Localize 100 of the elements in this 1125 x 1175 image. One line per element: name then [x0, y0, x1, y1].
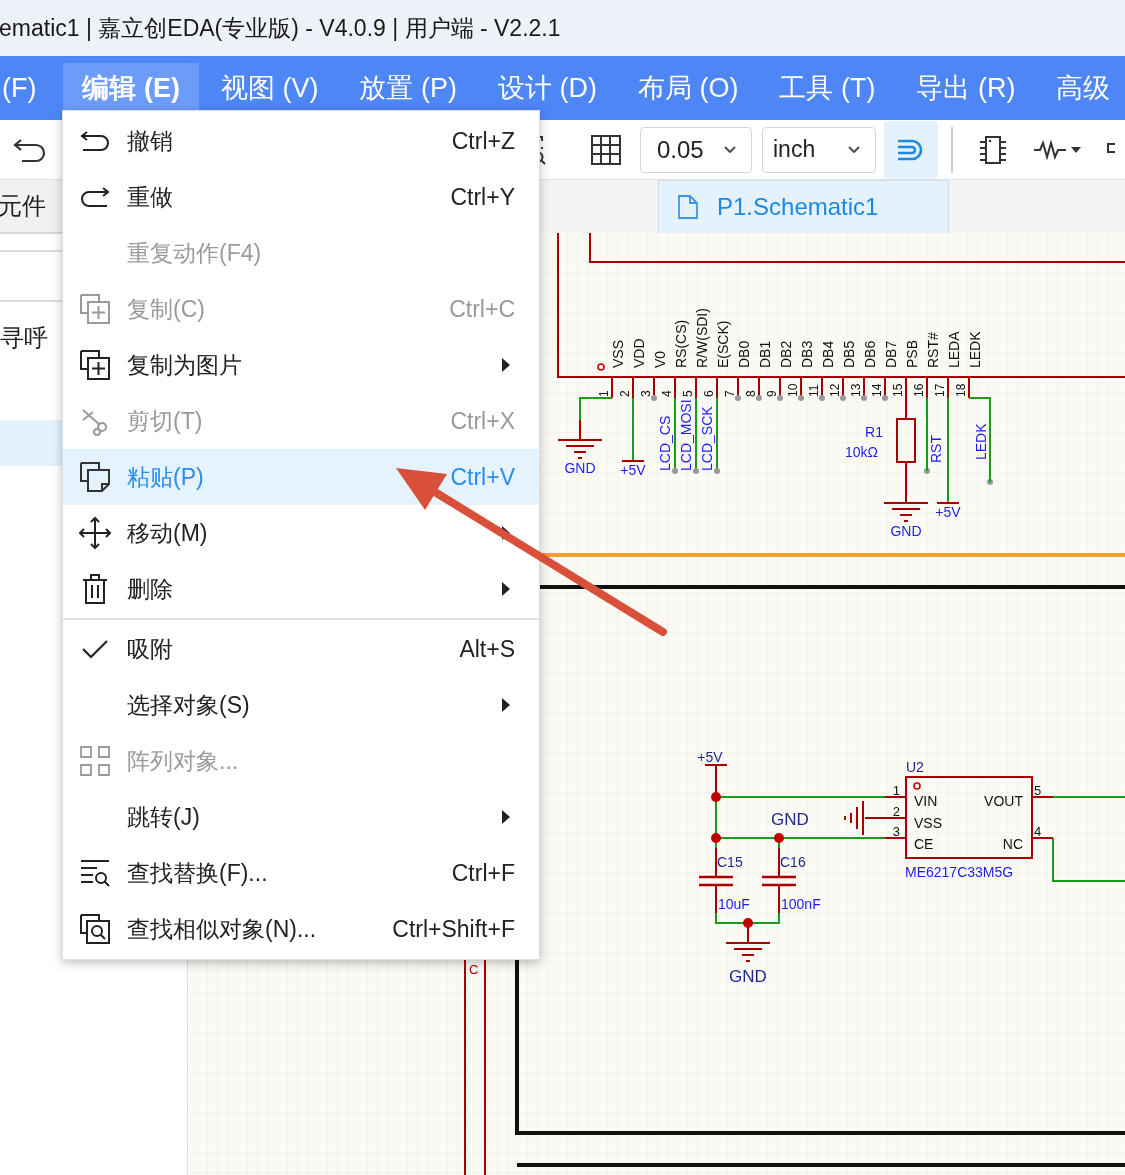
array-grid-icon: [79, 745, 111, 777]
ground-symbol: [883, 502, 929, 522]
pin-name: RS(CS): [673, 319, 689, 368]
pin-name: V0: [652, 350, 668, 368]
menu-item[interactable]: 复制为图片: [63, 337, 539, 393]
pin-name: DB0: [736, 340, 752, 368]
net-end-dot: [672, 468, 678, 474]
snap-toggle-button[interactable]: [884, 120, 938, 179]
menu-item[interactable]: 吸附 Alt+S: [63, 621, 539, 677]
menu-item[interactable]: 查找相似对象(N)... Ctrl+Shift+F: [63, 901, 539, 957]
net-end-dot: [924, 468, 930, 474]
pin-number: 7: [723, 390, 737, 397]
menu-bar-item[interactable]: 工具 (T): [760, 63, 895, 113]
pin-number: 8: [744, 390, 758, 397]
net-label: GND: [564, 460, 596, 476]
menu-item[interactable]: 粘贴(P) Ctrl+V: [63, 449, 539, 505]
pin-number: 4: [1034, 824, 1042, 839]
pin-name: LEDK: [967, 331, 983, 368]
unconnected-pin-dot: [651, 395, 657, 401]
menu-bar-item[interactable]: 导出 (R): [897, 63, 1035, 113]
ground-symbol: [725, 942, 771, 962]
grid-icon[interactable]: [590, 133, 622, 166]
pin-name: R/W(SDI): [694, 308, 710, 368]
copy-icon: [79, 293, 111, 325]
pin-name: CE: [914, 836, 934, 852]
menu-item[interactable]: 重做 Ctrl+Y: [63, 169, 539, 225]
document-icon: [677, 194, 699, 220]
menu-bar-item[interactable]: 编辑 (E): [63, 63, 199, 113]
unit-select[interactable]: inch: [762, 126, 876, 173]
pin-name: VDD: [631, 338, 647, 368]
menu-bar-item[interactable]: 视图 (V): [202, 63, 338, 113]
document-tab[interactable]: P1.Schematic1: [658, 180, 950, 233]
net-label: GND: [771, 810, 809, 829]
net-label: LCD_CS: [657, 415, 673, 471]
pin-number: 13: [849, 383, 863, 397]
menu-item[interactable]: 查找替换(F)... Ctrl+F: [63, 845, 539, 901]
pin-number: 16: [912, 383, 926, 397]
menu-bar-item[interactable]: 布局 (O): [618, 63, 758, 113]
net-end-dot: [987, 479, 993, 485]
pin-name: LEDA: [946, 331, 962, 368]
menu-bar-item[interactable]: (F): [0, 63, 61, 113]
redo-icon: [79, 186, 111, 208]
unconnected-pin-dot: [798, 395, 804, 401]
unconnected-pin-dot: [840, 395, 846, 401]
pin-number: 3: [639, 390, 653, 397]
menu-bar-item[interactable]: 高级: [1037, 63, 1125, 113]
menu-bar-item[interactable]: 放置 (P): [340, 63, 476, 113]
net-label: +5V: [620, 462, 646, 478]
find-replace-icon: [79, 858, 111, 888]
menu-item[interactable]: 选择对象(S): [63, 677, 539, 733]
unconnected-pin-dot: [756, 395, 762, 401]
pin-name: DB2: [778, 340, 794, 368]
net-end-dot: [693, 468, 699, 474]
pin-number: 3: [892, 824, 900, 839]
net-label: LCD_SCK: [699, 406, 715, 471]
move-icon: [78, 516, 112, 550]
ground-symbol: [557, 419, 603, 459]
copy-icon: [79, 349, 111, 381]
menu-bar-item[interactable]: 设计 (D): [479, 63, 616, 113]
net-label: 10kΩ: [844, 444, 878, 460]
net-label: GND: [890, 523, 922, 539]
part-label: U2: [906, 759, 924, 775]
undo-icon[interactable]: [12, 136, 46, 163]
grid-size-select[interactable]: 0.05: [640, 126, 752, 173]
unconnected-pin-dot: [777, 395, 783, 401]
window-title: ematic1 | 嘉立创EDA(专业版) - V4.0.9 | 用户端 - V2.2.1: [0, 13, 561, 43]
unconnected-pin-dot: [882, 395, 888, 401]
find-similar-icon: [79, 913, 111, 945]
junction-dot: [711, 833, 721, 843]
chip-icon[interactable]: [977, 133, 1009, 166]
pin-name: DB5: [841, 340, 857, 368]
scissors-icon: [80, 406, 110, 436]
chevron-down-icon: [723, 144, 737, 155]
pin-number: 1: [597, 390, 611, 397]
pin-number: 4: [660, 390, 674, 397]
pin-name: RST#: [925, 332, 941, 368]
net-label: RST: [928, 435, 944, 463]
unconnected-pin-dot: [735, 395, 741, 401]
net-label: GND: [729, 967, 767, 986]
net-label: 100nF: [781, 896, 821, 912]
pin-name: DB7: [883, 340, 899, 368]
pin-number: 5: [681, 390, 695, 397]
resistor-dropdown-icon[interactable]: [1033, 139, 1083, 160]
pin-number: 2: [618, 390, 632, 397]
junction-dot: [743, 918, 753, 928]
net-label: LCD_MOSI: [678, 399, 694, 471]
pin-number: 2: [892, 804, 900, 819]
menu-item[interactable]: 跳转(J): [63, 789, 539, 845]
menu-item[interactable]: 删除: [63, 561, 539, 617]
part-label: C: [469, 962, 479, 977]
net-label: C15: [717, 854, 743, 870]
undo-icon: [79, 130, 111, 152]
menu-item[interactable]: 撤销 Ctrl+Z: [63, 113, 539, 169]
pin-number: 11: [807, 384, 821, 397]
pin-name: DB6: [862, 340, 878, 368]
resistor-symbol: [896, 418, 916, 463]
pin-number: 6: [702, 390, 716, 397]
paste-icon: [79, 461, 111, 493]
pin-number: 17: [933, 383, 947, 397]
net-label: +5V: [697, 749, 723, 765]
